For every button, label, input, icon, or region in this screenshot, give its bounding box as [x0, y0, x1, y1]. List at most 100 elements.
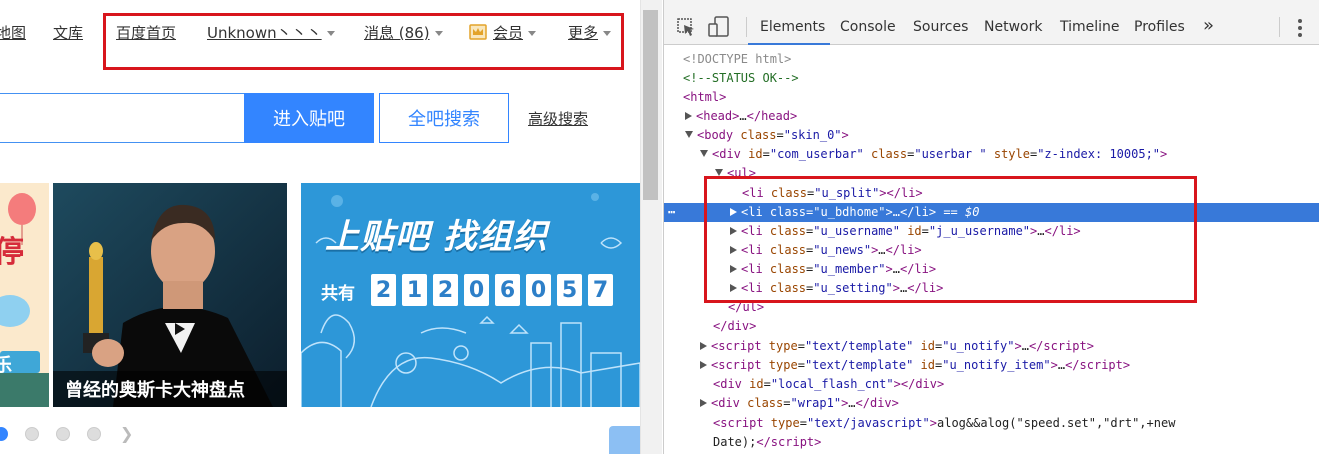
- expand-triangle-icon[interactable]: [730, 227, 737, 235]
- dom-node[interactable]: <!DOCTYPE html>: [664, 50, 1319, 69]
- dom-node-div[interactable]: <div class="wrap1">…</div>: [664, 394, 1319, 413]
- devtools-panel: Elements Console Sources Network Timelin…: [663, 0, 1319, 454]
- dom-node-head[interactable]: <head>…</head>: [664, 107, 1319, 126]
- expand-triangle-icon[interactable]: [730, 208, 737, 216]
- dom-node-script-cont[interactable]: Date);</script>: [664, 433, 1319, 452]
- expand-triangle-icon[interactable]: [700, 399, 707, 407]
- search-all-button[interactable]: 全吧搜索: [379, 93, 509, 143]
- carousel-dot[interactable]: [25, 427, 39, 441]
- carousel-dots: [0, 427, 101, 441]
- carousel-dot[interactable]: [87, 427, 101, 441]
- crown-icon: [469, 24, 487, 40]
- dom-node[interactable]: <!--STATUS OK-->: [664, 69, 1319, 88]
- expand-triangle-icon[interactable]: [700, 342, 707, 350]
- promo-digits: 2 1 2 0 6 0 5 7: [371, 274, 613, 306]
- attr-value: "z-index: 10005;": [1037, 147, 1161, 161]
- messages-menu[interactable]: 消息 (86): [364, 24, 443, 42]
- messages-label: 消息 (86): [364, 24, 430, 42]
- dom-node-close[interactable]: </div>: [664, 317, 1319, 336]
- enter-tieba-button[interactable]: 进入贴吧: [244, 93, 374, 143]
- tab-sources[interactable]: Sources: [913, 19, 968, 35]
- tab-console[interactable]: Console: [840, 19, 896, 35]
- carousel-card-oscar[interactable]: 曾经的奥斯卡大神盘点: [53, 183, 287, 407]
- expand-triangle-icon[interactable]: [730, 284, 737, 292]
- dom-node-li[interactable]: <li class="u_setting">…</li>: [664, 279, 1319, 298]
- more-tabs-button[interactable]: »: [1203, 15, 1214, 36]
- chevron-down-icon: [434, 31, 443, 36]
- dom-node-ul[interactable]: <ul>: [664, 164, 1319, 183]
- attr-value: "com_userbar": [769, 147, 864, 161]
- more-label: 更多: [568, 24, 599, 42]
- chevron-down-icon: [603, 31, 612, 36]
- advanced-search-link[interactable]: 高级搜索: [528, 108, 588, 129]
- tag-name: div: [719, 147, 741, 161]
- floating-side-tab[interactable]: [609, 426, 640, 454]
- dom-node-li[interactable]: <li class="u_split"></li>: [664, 184, 1319, 203]
- attr-value: "u_notify_item": [942, 358, 1051, 372]
- dom-node-div[interactable]: <div id="local_flash_cnt"></div>: [664, 375, 1319, 394]
- dom-node-li[interactable]: <li class="u_username" id="j_u_username"…: [664, 222, 1319, 241]
- dom-node-li-selected[interactable]: ⋯ <li class="u_bdhome">…</li> == $0: [664, 203, 1319, 222]
- ellipsis-icon[interactable]: ⋯: [668, 203, 675, 222]
- carousel-dot[interactable]: [56, 427, 70, 441]
- dom-node[interactable]: <html>: [664, 88, 1319, 107]
- attr-value: "skin_0": [783, 128, 842, 142]
- chevron-right-icon[interactable]: ❯: [120, 424, 133, 443]
- dom-node-body[interactable]: <body class="skin_0">: [664, 126, 1319, 145]
- collapse-triangle-icon[interactable]: [715, 169, 723, 176]
- active-tab-indicator: [748, 43, 830, 45]
- promo-count-label: 共有: [321, 284, 355, 304]
- dom-node-li[interactable]: <li class="u_member">…</li>: [664, 260, 1319, 279]
- tab-elements[interactable]: Elements: [760, 19, 825, 35]
- attr-value: "u_news": [813, 243, 872, 257]
- page-scrollbar-thumb[interactable]: [643, 10, 658, 200]
- tab-profiles[interactable]: Profiles: [1134, 19, 1185, 35]
- member-menu[interactable]: 会员: [469, 24, 537, 42]
- expand-triangle-icon[interactable]: [685, 112, 692, 120]
- attr-value: "u_member": [813, 262, 886, 276]
- dom-node-script[interactable]: <script type="text/template" id="u_notif…: [664, 356, 1319, 375]
- expand-triangle-icon[interactable]: [700, 361, 707, 369]
- promo-digit: 0: [464, 274, 489, 306]
- inspect-element-icon[interactable]: [676, 17, 696, 37]
- promo-digit: 2: [371, 274, 396, 306]
- promo-digit: 1: [402, 274, 427, 306]
- screen: 地图 文库 百度首页 Unknown丶丶丶 消息 (86) 会员 更多 进入贴吧…: [0, 0, 1319, 454]
- dom-node-close[interactable]: </ul>: [664, 298, 1319, 317]
- search-input[interactable]: [0, 93, 244, 143]
- wenku-link[interactable]: 文库: [53, 24, 83, 42]
- tag-name: head: [703, 109, 733, 123]
- script-body: alog&&alog("speed.set","drt",+new: [937, 416, 1176, 430]
- collapse-triangle-icon[interactable]: [685, 131, 693, 138]
- dom-node-li[interactable]: <li class="u_news">…</li>: [664, 241, 1319, 260]
- expand-triangle-icon[interactable]: [730, 265, 737, 273]
- attr-value: "u_notify": [942, 339, 1015, 353]
- carousel-card-partial[interactable]: 停 乐: [0, 183, 49, 407]
- attr-value: "u_split": [814, 186, 880, 200]
- sitemap-link[interactable]: 地图: [0, 24, 26, 42]
- baidu-home-link[interactable]: 百度首页: [116, 24, 176, 42]
- tab-timeline[interactable]: Timeline: [1060, 19, 1120, 35]
- attr-value: "u_bdhome": [813, 205, 886, 219]
- attr-name: class: [740, 128, 777, 142]
- username-menu[interactable]: Unknown丶丶丶: [207, 24, 335, 42]
- attr-value: "j_u_username": [928, 224, 1031, 238]
- toolbar-divider: [746, 17, 747, 37]
- dom-node-userbar[interactable]: <div id="com_userbar" class="userbar " s…: [664, 145, 1319, 164]
- kebab-menu-icon[interactable]: [1298, 19, 1302, 37]
- devtools-toolbar: Elements Console Sources Network Timelin…: [664, 0, 1319, 45]
- more-menu[interactable]: 更多: [568, 24, 612, 42]
- attr-value: "local_flash_cnt": [770, 377, 894, 391]
- carousel-card-promo[interactable]: 上贴吧 找组织 共有 2 1 2 0 6 0 5 7: [301, 183, 640, 407]
- dom-node-script[interactable]: <script type="text/template" id="u_notif…: [664, 337, 1319, 356]
- device-toolbar-icon[interactable]: [708, 16, 730, 38]
- carousel-dot[interactable]: [0, 427, 8, 441]
- username-label: Unknown丶丶丶: [207, 24, 322, 42]
- promo-digit: 5: [557, 274, 582, 306]
- promo-digit: 0: [526, 274, 551, 306]
- tieba-page: 地图 文库 百度首页 Unknown丶丶丶 消息 (86) 会员 更多 进入贴吧…: [0, 0, 640, 454]
- tab-network[interactable]: Network: [984, 19, 1042, 35]
- expand-triangle-icon[interactable]: [730, 246, 737, 254]
- collapse-triangle-icon[interactable]: [700, 150, 708, 157]
- dom-node-script[interactable]: <script type="text/javascript">alog&&alo…: [664, 414, 1319, 433]
